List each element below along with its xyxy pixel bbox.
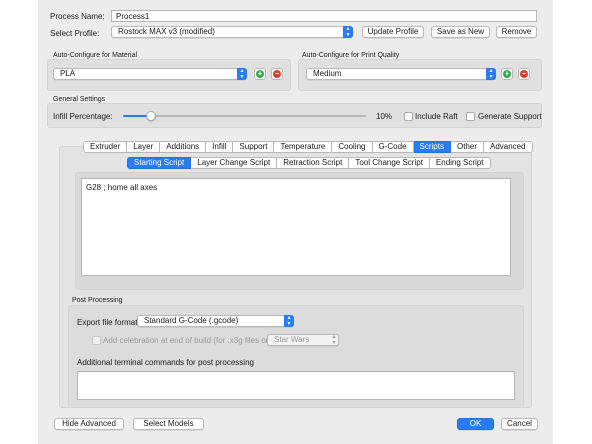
script-tab-bar: Starting Script Layer Change Script Retrac… <box>127 157 491 169</box>
tab-scripts[interactable]: Scripts <box>413 141 451 153</box>
quality-group-title: Auto-Configure for Print Quality <box>302 52 400 59</box>
subtab-starting-script[interactable]: Starting Script <box>127 157 192 169</box>
chevron-updown-icon: ▴ ▾ <box>284 315 294 327</box>
minus-icon: − <box>520 69 528 78</box>
save-as-new-button[interactable]: Save as New <box>431 26 490 38</box>
chevron-updown-icon: ▴ ▾ <box>343 26 353 38</box>
quality-select-value: Medium <box>313 69 342 78</box>
include-raft-checkbox[interactable] <box>404 112 413 121</box>
subtab-retraction-script[interactable]: Retraction Script <box>277 157 350 169</box>
minus-icon: − <box>273 69 281 78</box>
export-format-label: Export file format <box>77 318 138 327</box>
terminal-commands-field[interactable] <box>77 371 515 400</box>
profile-select[interactable]: Rostock MAX v3 (modified) ▴ ▾ <box>111 26 353 38</box>
export-format-select[interactable]: Standard G-Code (.gcode) ▴ ▾ <box>137 315 294 327</box>
generate-support-label: Generate Support <box>478 112 542 121</box>
quality-select[interactable]: Medium ▴ ▾ <box>306 68 496 80</box>
subtab-tool-change-script[interactable]: Tool Change Script <box>349 157 430 169</box>
tab-other[interactable]: Other <box>450 141 484 153</box>
subtab-layer-change-script[interactable]: Layer Change Script <box>191 157 278 169</box>
chevron-updown-icon: ▴ ▾ <box>486 68 496 80</box>
tab-extruder[interactable]: Extruder <box>83 141 128 153</box>
plus-icon: + <box>503 69 511 78</box>
chevron-updown-icon: ▴ ▾ <box>332 334 336 346</box>
tab-advanced[interactable]: Advanced <box>483 141 533 153</box>
add-material-button[interactable]: + <box>254 68 266 80</box>
process-settings-window: Process Name: Process1 Select Profile: R… <box>38 0 553 444</box>
generate-support-checkbox[interactable] <box>466 112 475 121</box>
select-models-button[interactable]: Select Models <box>133 418 204 430</box>
celebration-select[interactable]: Star Wars ▴ ▾ <box>267 334 339 346</box>
cancel-button[interactable]: Cancel <box>501 418 538 430</box>
celebration-label: Add celebration at end of build (for .x3… <box>103 336 279 345</box>
infill-value-label: 10% <box>376 112 393 121</box>
chevron-updown-icon: ▴ ▾ <box>237 68 247 80</box>
tab-infill[interactable]: Infill <box>206 141 234 153</box>
add-quality-button[interactable]: + <box>501 68 513 80</box>
material-group-title: Auto-Configure for Material <box>53 52 138 59</box>
material-select-value: PLA <box>60 69 76 78</box>
starting-script-editor[interactable]: G28 ; home all axes <box>81 178 511 276</box>
tab-g-code[interactable]: G-Code <box>372 141 414 153</box>
starting-script-text: G28 ; home all axes <box>86 183 158 192</box>
ok-button[interactable]: OK <box>457 418 494 430</box>
tab-support[interactable]: Support <box>233 141 275 153</box>
remove-quality-button[interactable]: − <box>518 68 530 80</box>
select-profile-label: Select Profile: <box>50 29 100 38</box>
remove-material-button[interactable]: − <box>271 68 283 80</box>
celebration-select-value: Star Wars <box>274 335 310 344</box>
tab-layer[interactable]: Layer <box>127 141 161 153</box>
infill-slider-thumb[interactable] <box>146 111 156 121</box>
general-settings-title: General Settings <box>53 96 106 103</box>
process-name-label: Process Name: <box>50 12 105 21</box>
profile-select-value: Rostock MAX v3 (modified) <box>118 27 215 36</box>
settings-tab-bar: Extruder Layer Additions Infill Support Tempe… <box>83 141 533 153</box>
infill-percentage-label: Infill Percentage: <box>53 112 113 121</box>
plus-icon: + <box>256 69 264 78</box>
infill-slider[interactable] <box>123 110 366 122</box>
terminal-commands-label: Additional terminal commands for post pr… <box>77 358 254 367</box>
tab-additions[interactable]: Additions <box>160 141 207 153</box>
subtab-ending-script[interactable]: Ending Script <box>429 157 491 169</box>
material-select[interactable]: PLA ▴ ▾ <box>53 68 247 80</box>
tab-temperature[interactable]: Temperature <box>274 141 333 153</box>
infill-slider-track <box>123 115 366 117</box>
tab-cooling[interactable]: Cooling <box>332 141 373 153</box>
hide-advanced-button[interactable]: Hide Advanced <box>54 418 124 430</box>
include-raft-label: Include Raft <box>415 112 458 121</box>
post-processing-title: Post Processing <box>72 297 123 304</box>
remove-profile-button[interactable]: Remove <box>496 26 537 38</box>
process-name-field[interactable]: Process1 <box>111 10 537 22</box>
celebration-checkbox[interactable] <box>92 336 101 345</box>
update-profile-button[interactable]: Update Profile <box>362 26 424 38</box>
export-format-value: Standard G-Code (.gcode) <box>144 316 239 325</box>
